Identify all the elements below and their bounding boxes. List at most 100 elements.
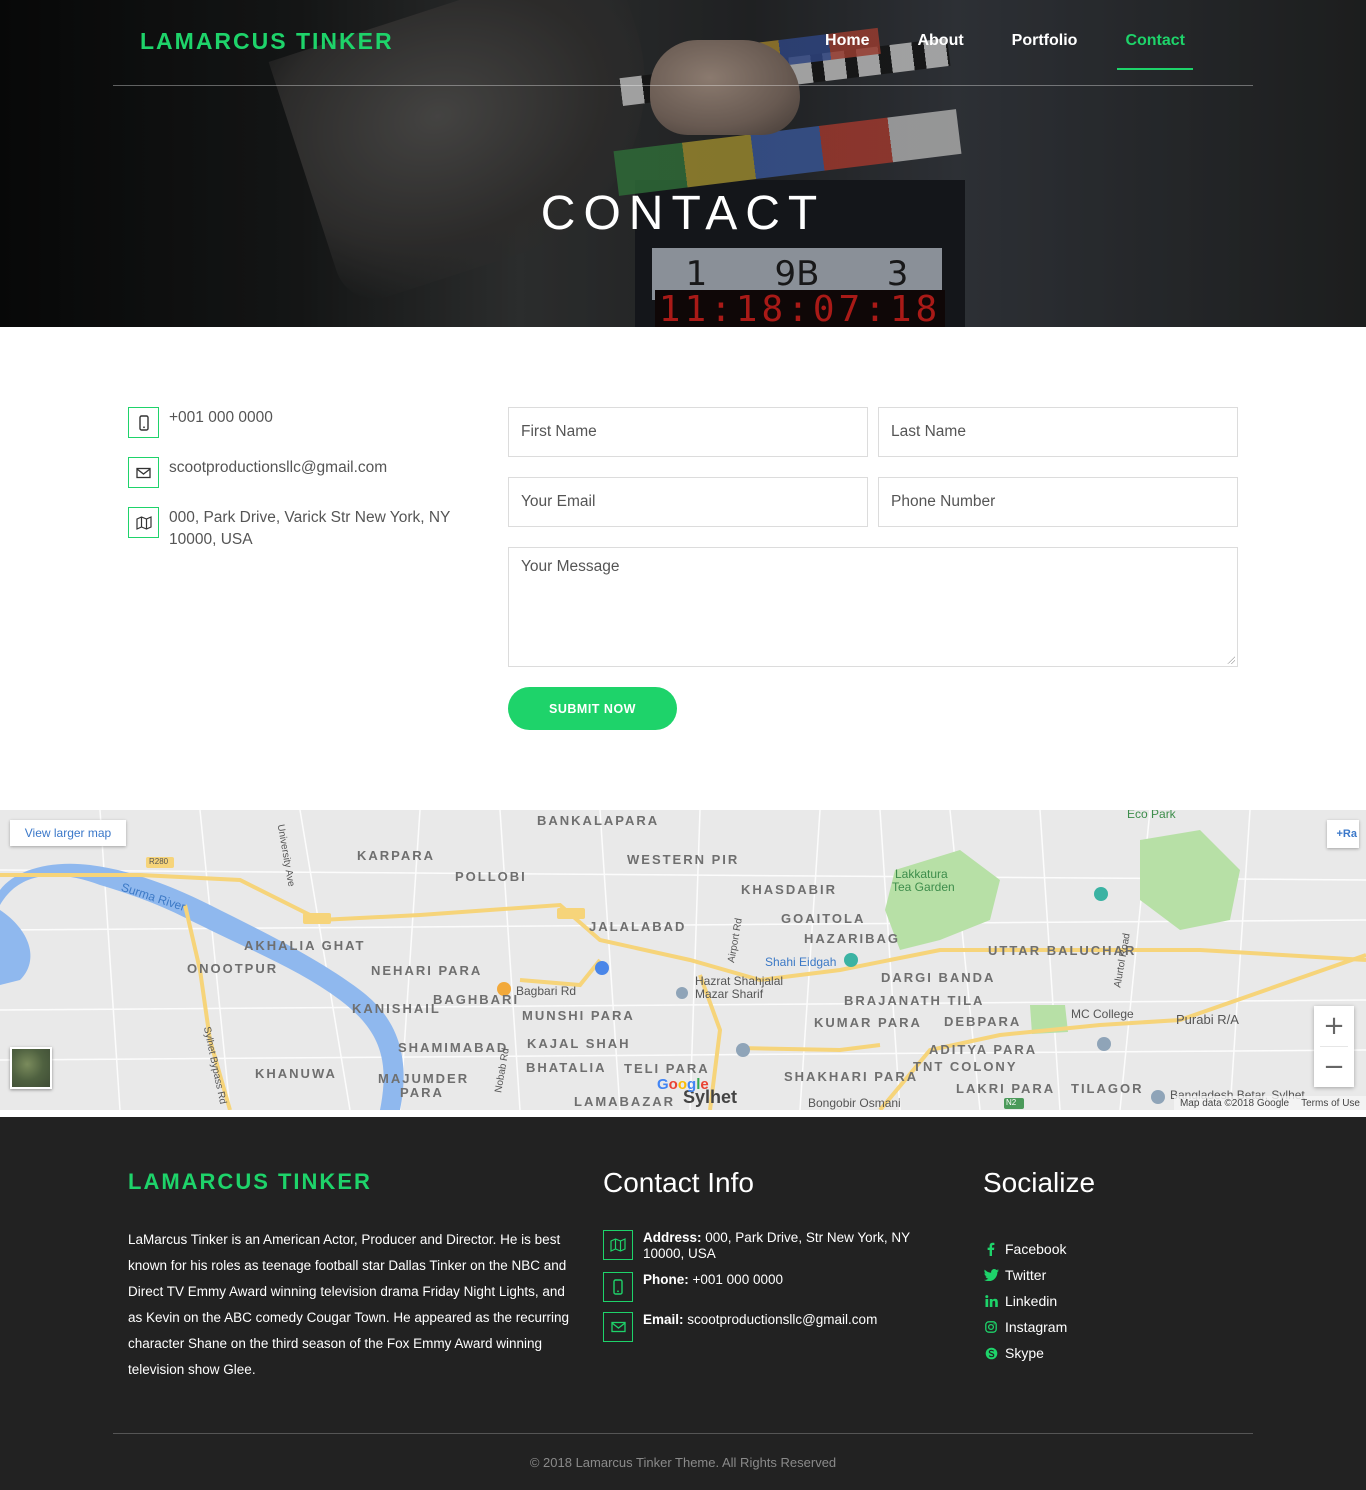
contact-phone-text: +001 000 0000 [169, 409, 273, 426]
map-pin-mc [1097, 1037, 1111, 1051]
textarea-resize-handle[interactable] [1225, 654, 1235, 664]
map-pin-mazar [676, 987, 688, 999]
social-facebook[interactable]: Facebook [983, 1236, 1067, 1262]
map-label: Bagbari Rd [516, 984, 577, 998]
map-label: KAJAL SHAH [527, 1036, 631, 1051]
map-label: JALALABAD [589, 919, 687, 934]
nav-portfolio[interactable]: Portfolio [1012, 30, 1078, 70]
footer-email-label: Email: [643, 1312, 684, 1327]
zoom-out-button[interactable]: − [1314, 1047, 1354, 1087]
map-label: ADITYA PARA [929, 1042, 1038, 1057]
footer-about-text: LaMarcus Tinker is an American Actor, Pr… [128, 1232, 570, 1377]
zoom-in-button[interactable]: + [1314, 1006, 1354, 1046]
view-larger-map-link[interactable]: View larger map [10, 820, 126, 846]
submit-button[interactable]: SUBMIT NOW [508, 687, 677, 730]
social-skype-label: Skype [1005, 1345, 1044, 1361]
contact-address: 000, Park Drive, Varick Str New York, NY… [128, 507, 469, 551]
satellite-toggle[interactable] [10, 1047, 52, 1089]
map-pin-betar [1151, 1090, 1165, 1104]
map-label: BAGHBARI [433, 992, 520, 1007]
social-linkedin-label: Linkedin [1005, 1293, 1058, 1309]
mobile-icon [128, 407, 159, 438]
map-label: SHAMIMABAD [398, 1040, 509, 1055]
social-links: Facebook Twitter Linkedin Instagram Skyp… [983, 1236, 1067, 1366]
map-label: Purabi R/A [1176, 1012, 1239, 1027]
map-label: KUMAR PARA [814, 1015, 922, 1030]
footer-social-heading: Socialize [983, 1167, 1096, 1198]
footer-phone-value: +001 000 0000 [692, 1272, 783, 1287]
social-instagram-label: Instagram [1005, 1319, 1068, 1335]
map-zoom-control: + − [1314, 1006, 1354, 1087]
footer-email-value: scootproductionsllc@gmail.com [687, 1312, 878, 1327]
footer-phone: Phone: +001 000 0000 [603, 1272, 953, 1302]
map-pin-gray [736, 1043, 750, 1057]
skype-icon [983, 1347, 999, 1360]
nav-contact[interactable]: Contact [1117, 30, 1193, 70]
copyright-text: © 2018 Lamarcus Tinker Theme. All Rights… [529, 1455, 837, 1470]
map-label: ONOOTPUR [187, 961, 279, 976]
contact-phone: +001 000 0000 [128, 407, 469, 438]
nav-about[interactable]: About [917, 30, 963, 70]
map-label: Tea Garden [892, 880, 955, 894]
map-data-credit: Map data ©2018 Google [1179, 1097, 1290, 1109]
footer-address: Address: 000, Park Drive, Str New York, … [603, 1230, 953, 1262]
map-label: UTTAR BALUCHAR [988, 943, 1137, 958]
facebook-icon [983, 1242, 999, 1256]
top-navbar: LAMARCUS TINKER Home About Portfolio Con… [113, 0, 1253, 86]
footer-email-text: Email: scootproductionsllc@gmail.com [643, 1312, 953, 1328]
email-input[interactable] [508, 477, 868, 527]
map-label: KANISHAIL [352, 1001, 441, 1016]
map-label: TELI PARA [624, 1061, 710, 1076]
map-pin-blue [595, 961, 609, 975]
social-twitter-label: Twitter [1005, 1267, 1047, 1283]
map-label: Hazrat Shahjalal [695, 974, 784, 988]
map-label: AKHALIA GHAT [244, 938, 366, 953]
map-pin-eco [1094, 887, 1108, 901]
social-twitter[interactable]: Twitter [983, 1262, 1067, 1288]
map-label: Lakkatura [895, 867, 948, 881]
footer-email: Email: scootproductionsllc@gmail.com [603, 1312, 953, 1342]
map-park-lakkatura [885, 850, 1000, 950]
footer-logo[interactable]: LAMARCUS TINKER [128, 1169, 372, 1195]
map-label: NEHARI PARA [371, 963, 483, 978]
phone-input[interactable] [878, 477, 1238, 527]
site-logo[interactable]: LAMARCUS TINKER [140, 28, 394, 55]
social-linkedin[interactable]: Linkedin [983, 1288, 1067, 1314]
first-name-input[interactable] [508, 407, 868, 457]
map-label: DARGI BANDA [881, 970, 996, 985]
message-textarea[interactable] [508, 547, 1238, 667]
social-skype[interactable]: Skype [983, 1340, 1067, 1366]
nav-home[interactable]: Home [825, 30, 869, 70]
map-label: Eco Park [1127, 810, 1176, 821]
map-label: Shahi Eidgah [765, 955, 837, 969]
map-label: BHATALIA [526, 1060, 607, 1075]
footer-phone-text: Phone: +001 000 0000 [643, 1272, 953, 1288]
main-nav: Home About Portfolio Contact [777, 30, 1193, 70]
envelope-icon [603, 1312, 633, 1342]
map-label: DEBPARA [944, 1014, 1022, 1029]
map-label: LAMABAZAR [574, 1094, 676, 1109]
last-name-input[interactable] [878, 407, 1238, 457]
map-label: BRAJANATH TILA [844, 993, 985, 1008]
map-label: KHANUWA [255, 1066, 337, 1081]
embedded-map[interactable]: BANKALAPARA KARPARA POLLOBI WESTERN PIR … [0, 810, 1366, 1110]
map-attribution: Map data ©2018 Google Terms of Use [1173, 1096, 1366, 1110]
linkedin-icon [983, 1295, 999, 1307]
map-terms-link[interactable]: Terms of Use [1301, 1098, 1360, 1109]
map-label: MAJUMDER [378, 1071, 470, 1086]
footer-phone-label: Phone: [643, 1272, 689, 1287]
social-instagram[interactable]: Instagram [983, 1314, 1067, 1340]
map-icon [128, 507, 159, 538]
google-logo: Google [657, 1076, 709, 1093]
map-icon [603, 1230, 633, 1260]
site-footer: LAMARCUS TINKER LaMarcus Tinker is an Am… [0, 1117, 1366, 1490]
map-label: GOAITOLA [781, 911, 866, 926]
map-directions-link[interactable]: +Ra [1327, 820, 1359, 848]
map-label: MC College [1071, 1007, 1134, 1021]
footer-divider [113, 1433, 1253, 1434]
map-label: HAZARIBAG [804, 931, 900, 946]
map-road-badge: R280 [149, 857, 169, 866]
map-road-badge: N2 [1006, 1098, 1017, 1107]
twitter-icon [983, 1269, 999, 1281]
footer-contact-heading: Contact Info [603, 1167, 754, 1198]
